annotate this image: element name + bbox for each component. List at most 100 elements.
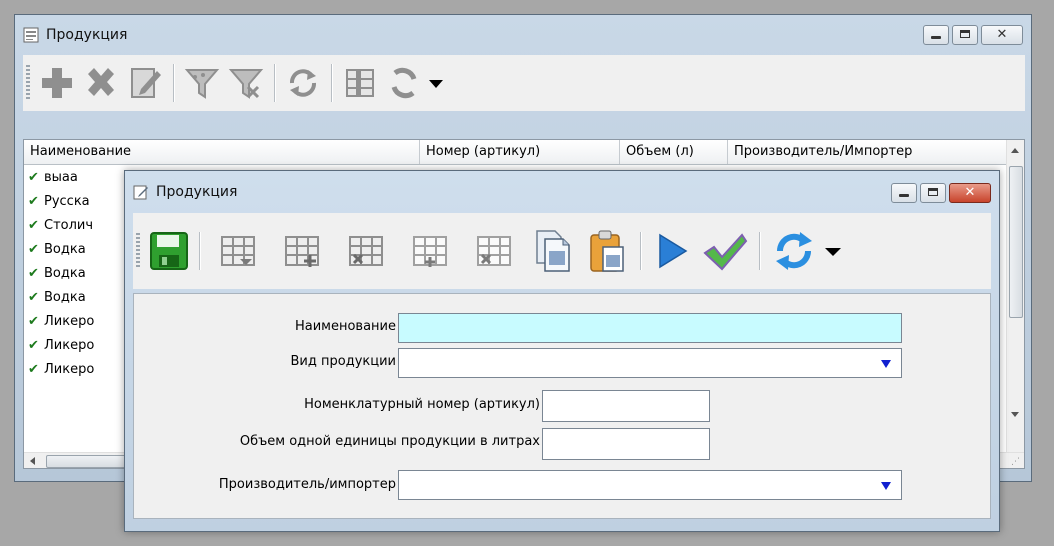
product-type-select[interactable] xyxy=(398,348,902,378)
grid-delete-button[interactable] xyxy=(334,233,398,269)
toolbar-grip[interactable] xyxy=(136,233,140,269)
delete-icon xyxy=(88,68,114,96)
edit-button[interactable] xyxy=(123,65,167,101)
toolbar-separator xyxy=(173,64,174,102)
toolbar-separator xyxy=(759,232,760,270)
refresh-button[interactable] xyxy=(766,229,822,273)
volume-input[interactable] xyxy=(542,428,710,460)
table-row[interactable]: ✔ Водка xyxy=(24,238,86,262)
clear-filter-icon xyxy=(228,69,264,99)
clear-filter-button[interactable] xyxy=(224,65,268,101)
resize-grip-icon[interactable]: ⋰ xyxy=(1011,457,1020,467)
table-row[interactable]: ✔ Русска xyxy=(24,190,90,214)
window-icon xyxy=(23,27,39,43)
toolbar-dropdown-button[interactable] xyxy=(426,77,446,89)
copy-icon xyxy=(536,230,570,272)
grid-add-row-button[interactable] xyxy=(398,233,462,269)
paste-icon xyxy=(590,230,624,272)
filter-icon xyxy=(184,69,220,99)
toolbar-grip[interactable] xyxy=(26,65,30,101)
toolbar-dropdown-button[interactable] xyxy=(822,245,844,257)
article-input[interactable] xyxy=(542,390,710,422)
grid-delete-row-button[interactable] xyxy=(462,233,526,269)
dropdown-arrow-icon[interactable] xyxy=(881,360,891,368)
refresh-button[interactable] xyxy=(281,65,325,101)
column-header-producer[interactable]: Производитель/Импортер xyxy=(728,140,1008,164)
maximize-icon xyxy=(928,188,938,196)
name-input[interactable] xyxy=(398,313,902,343)
cycle-icon xyxy=(391,67,417,99)
refresh-icon xyxy=(290,69,316,97)
scroll-down-icon[interactable] xyxy=(1011,412,1019,417)
toolbar-separator xyxy=(640,232,641,270)
minimize-button[interactable] xyxy=(891,183,917,203)
grid-insert-button[interactable] xyxy=(206,233,270,269)
check-icon: ✔ xyxy=(28,362,39,377)
table-row[interactable]: ✔ выаа xyxy=(24,166,78,190)
table-row[interactable]: ✔ Водка xyxy=(24,286,86,310)
paste-button[interactable] xyxy=(580,229,634,273)
minimize-icon xyxy=(899,194,909,197)
grid-icon xyxy=(413,236,447,267)
minimize-icon xyxy=(931,36,941,39)
column-header-volume[interactable]: Объем (л) xyxy=(620,140,728,164)
check-icon: ✔ xyxy=(28,338,39,353)
vertical-scrollbar[interactable] xyxy=(1006,140,1024,452)
product-list-toolbar xyxy=(23,55,1025,111)
run-button[interactable] xyxy=(647,231,697,271)
close-button[interactable]: ✕ xyxy=(949,183,991,203)
add-button[interactable] xyxy=(35,65,79,101)
grid-add-button[interactable] xyxy=(270,233,334,269)
check-icon: ✔ xyxy=(28,218,39,233)
table-row[interactable]: ✔ Ликеро xyxy=(24,310,94,334)
article-input-text[interactable] xyxy=(543,391,709,421)
producer-select[interactable] xyxy=(398,470,902,500)
edit-icon xyxy=(131,68,161,98)
cycle-button[interactable] xyxy=(382,65,426,101)
producer-label: Производитель/импортер xyxy=(218,477,396,492)
maximize-button[interactable] xyxy=(952,25,978,45)
chevron-down-icon xyxy=(825,248,841,256)
article-label: Номенклатурный номер (артикул) xyxy=(304,397,540,412)
maximize-button[interactable] xyxy=(920,183,946,203)
add-icon xyxy=(42,68,72,98)
grid-icon xyxy=(221,236,255,266)
chevron-down-icon xyxy=(429,80,443,88)
check-icon: ✔ xyxy=(28,266,39,281)
product-list-titlebar[interactable]: Продукция ✕ xyxy=(15,15,1031,55)
refresh-icon xyxy=(776,232,812,270)
volume-input-text[interactable] xyxy=(543,429,709,459)
check-icon: ✔ xyxy=(28,242,39,257)
save-button[interactable] xyxy=(145,231,193,271)
grid-icon xyxy=(477,236,511,266)
column-header-name[interactable]: Наименование xyxy=(24,140,420,164)
table-row[interactable]: ✔ Водка xyxy=(24,262,86,286)
name-input-text[interactable] xyxy=(399,314,901,342)
apply-button[interactable] xyxy=(697,231,753,271)
product-form: Наименование Вид продукции Номенклатурны… xyxy=(133,293,991,519)
close-icon: ✕ xyxy=(996,27,1008,42)
copy-button[interactable] xyxy=(526,229,580,273)
columns-icon xyxy=(346,69,374,97)
product-edit-titlebar[interactable]: Продукция ✕ xyxy=(125,171,999,213)
dropdown-arrow-icon[interactable] xyxy=(881,482,891,490)
volume-label: Объем одной единицы продукции в литрах xyxy=(239,434,540,449)
product-edit-window: Продукция ✕ Наименование Вид продукции Н… xyxy=(124,170,1000,532)
scrollbar-thumb[interactable] xyxy=(1009,166,1023,318)
check-icon: ✔ xyxy=(28,194,39,209)
close-button[interactable]: ✕ xyxy=(981,25,1023,45)
table-row[interactable]: ✔ Столич xyxy=(24,214,93,238)
scroll-left-icon[interactable] xyxy=(30,457,35,465)
maximize-icon xyxy=(960,30,970,38)
minimize-button[interactable] xyxy=(923,25,949,45)
scrollbar-thumb[interactable] xyxy=(46,455,128,468)
column-header-article[interactable]: Номер (артикул) xyxy=(420,140,620,164)
table-row[interactable]: ✔ Ликеро xyxy=(24,358,94,382)
save-icon xyxy=(150,232,188,270)
filter-button[interactable] xyxy=(180,65,224,101)
table-row[interactable]: ✔ Ликеро xyxy=(24,334,94,358)
columns-button[interactable] xyxy=(338,65,382,101)
scroll-up-icon[interactable] xyxy=(1011,148,1019,153)
check-icon: ✔ xyxy=(28,170,39,185)
delete-button[interactable] xyxy=(79,65,123,101)
